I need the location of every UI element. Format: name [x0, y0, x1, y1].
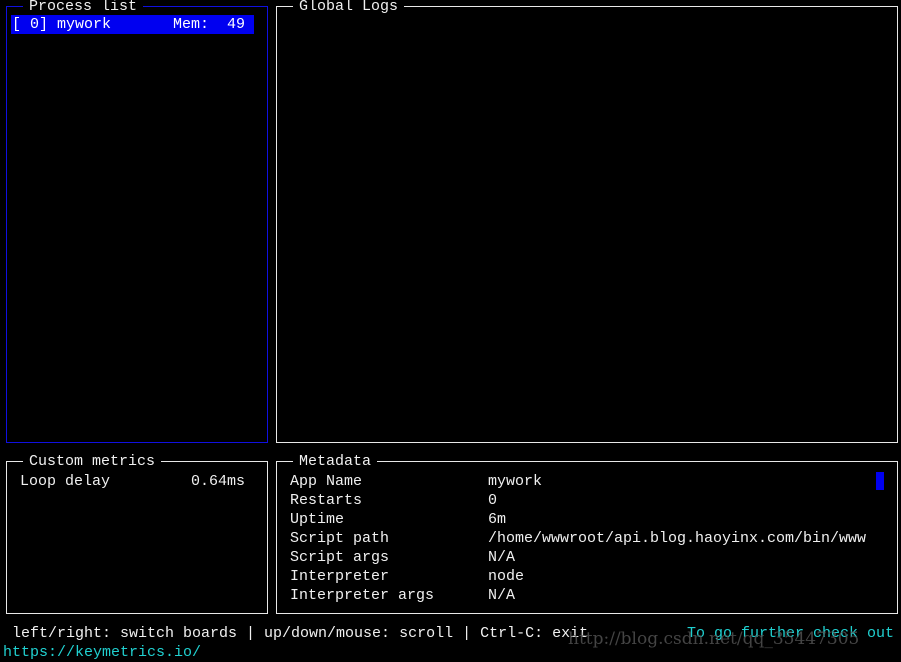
metadata-value: N/A	[488, 587, 516, 604]
metadata-key: App Name	[290, 473, 363, 490]
metric-label: Loop delay	[20, 473, 111, 490]
help-text: left/right: switch boards | up/down/mous…	[12, 625, 589, 642]
global-logs-panel[interactable]: Global Logs	[276, 0, 898, 443]
metadata-value: node	[488, 568, 525, 585]
metadata-key: Interpreter args	[290, 587, 435, 604]
watermark: http://blog.csdn.net/qq_35447305	[568, 629, 860, 649]
metadata-title: Metadata	[293, 452, 378, 471]
custom-metrics-title: Custom metrics	[23, 452, 162, 471]
metric-value: 0.64ms	[191, 473, 246, 490]
metadata-key: Script args	[290, 549, 390, 566]
metadata-scrollbar[interactable]	[876, 472, 884, 490]
keymetrics-link[interactable]: https://keymetrics.io/	[3, 643, 201, 662]
process-item-mywork[interactable]: [ 0] mywork Mem: 49	[11, 15, 254, 34]
metadata-value: 0	[488, 492, 498, 509]
metadata-key: Script path	[290, 530, 390, 547]
metadata-key: Restarts	[290, 492, 363, 509]
metadata-value: /home/wwwroot/api.blog.haoyinx.com/bin/w…	[488, 530, 867, 547]
metadata-value: 6m	[488, 511, 507, 528]
metadata-value: N/A	[488, 549, 516, 566]
custom-metrics-panel[interactable]: Custom metrics Loop delay 0.64ms	[6, 452, 268, 614]
metadata-value: mywork	[488, 473, 543, 490]
global-logs-title: Global Logs	[293, 0, 405, 16]
process-mem-label: Mem:	[173, 16, 210, 33]
process-name: [ 0] mywork	[12, 16, 112, 33]
metadata-key: Uptime	[290, 511, 345, 528]
process-list-title: Process list	[23, 0, 144, 16]
process-mem-value: 49	[227, 16, 246, 33]
process-list-panel[interactable]: Process list	[6, 0, 268, 443]
metadata-key: Interpreter	[290, 568, 390, 585]
